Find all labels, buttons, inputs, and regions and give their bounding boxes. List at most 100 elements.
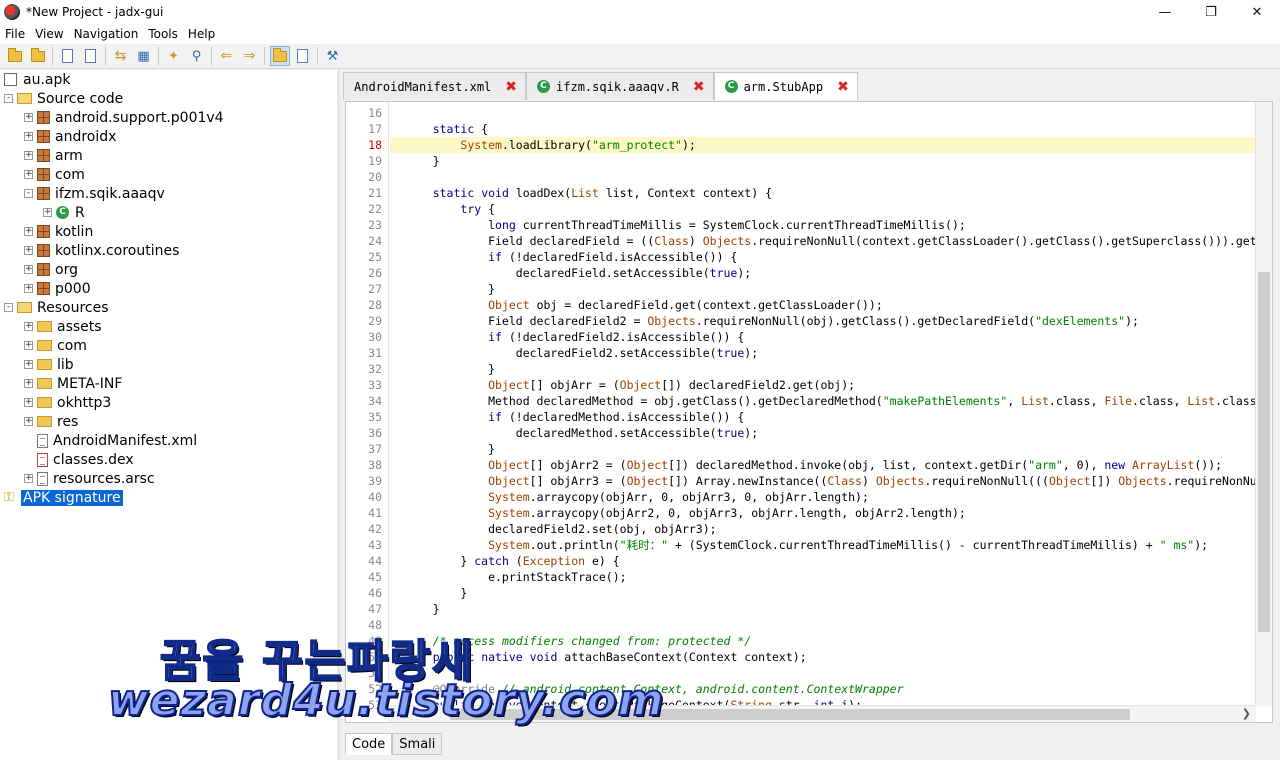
expand-icon[interactable]: + <box>24 379 33 388</box>
line-number: 29 <box>368 314 382 328</box>
tree-node[interactable]: + com <box>24 165 87 184</box>
expand-icon[interactable]: + <box>24 417 33 426</box>
tree-node-label: resources.arsc <box>53 470 155 487</box>
close-tab-icon[interactable]: ✖ <box>505 79 517 95</box>
code-line: System.loadLibrary("arm_protect"); <box>460 138 696 152</box>
line-number: 20 <box>368 170 382 184</box>
line-number: 45 <box>368 570 382 584</box>
class-icon: C <box>56 206 69 219</box>
export-icon <box>85 49 96 63</box>
sync-tree-button[interactable]: ⇆ <box>111 46 131 66</box>
collapse-icon[interactable]: - <box>4 94 13 103</box>
expand-icon[interactable]: + <box>24 284 33 293</box>
expand-icon[interactable]: + <box>24 341 33 350</box>
expand-icon[interactable]: + <box>43 208 52 217</box>
expand-icon[interactable]: + <box>24 151 33 160</box>
code-line: e.printStackTrace(); <box>405 570 627 584</box>
tree-node[interactable]: - ifzm.sqik.aaaqv <box>24 184 167 203</box>
expand-icon[interactable]: + <box>24 360 33 369</box>
code-line: try { <box>460 202 496 216</box>
flatten-packages-button[interactable]: ▦ <box>134 46 154 66</box>
wand-icon: ✦ <box>168 48 179 64</box>
tree-node[interactable]: + kotlin <box>24 222 95 241</box>
menu-view[interactable]: View <box>30 27 68 41</box>
tree-node[interactable]: classes.dex <box>24 450 136 469</box>
expand-icon[interactable]: + <box>24 474 33 483</box>
package-icon <box>37 168 50 181</box>
tree-node[interactable]: + assets <box>24 317 104 336</box>
tree-node[interactable]: + org <box>24 260 80 279</box>
close-tab-icon[interactable]: ✖ <box>693 79 705 95</box>
menu-navigation[interactable]: Navigation <box>69 27 144 41</box>
expand-icon[interactable]: + <box>24 227 33 236</box>
tree-node-label: kotlin <box>55 223 94 240</box>
tree-node[interactable]: - Resources <box>4 298 111 317</box>
open-file-button[interactable] <box>5 46 25 66</box>
tree-node[interactable]: + res <box>24 412 80 431</box>
tree-node[interactable]: AndroidManifest.xml <box>24 431 199 450</box>
tree-node[interactable]: + arm <box>24 146 85 165</box>
expand-icon[interactable]: + <box>24 322 33 331</box>
close-tab-icon[interactable]: ✖ <box>837 79 849 95</box>
tree-node[interactable]: + lib <box>24 355 76 374</box>
code-line: static void loadDex(List list, Context c… <box>432 186 772 200</box>
collapse-icon[interactable]: - <box>24 189 33 198</box>
tree-node-label: META-INF <box>57 375 123 392</box>
expand-icon[interactable]: + <box>24 132 33 141</box>
close-window-button[interactable]: ✕ <box>1234 0 1280 24</box>
collapse-icon[interactable]: - <box>4 303 13 312</box>
line-number: 28 <box>368 298 382 312</box>
menu-help[interactable]: Help <box>183 27 220 41</box>
expand-icon[interactable]: + <box>24 170 33 179</box>
tree-node[interactable]: + META-INF <box>24 374 124 393</box>
tree-node-label: res <box>57 413 79 430</box>
tree-node[interactable]: au.apk <box>4 70 72 89</box>
tree-node[interactable]: ⚿ APK signature <box>4 488 123 507</box>
code-line: if (!declaredField.isAccessible()) { <box>488 250 738 264</box>
vertical-scrollbar[interactable] <box>1255 102 1272 707</box>
tree-node[interactable]: + resources.arsc <box>24 469 157 488</box>
editor-tab[interactable]: Carm.StubApp ✖ <box>713 72 858 100</box>
tree-node[interactable]: + androidx <box>24 127 118 146</box>
minimize-button[interactable]: — <box>1142 0 1188 24</box>
toolbar: ⇆ ▦ ✦ ⚲ ⇐ ⇒ ⚒ <box>0 44 1280 69</box>
tree-node[interactable]: + C R <box>43 203 87 222</box>
tree-node[interactable]: + android.support.p001v4 <box>24 108 226 127</box>
menu-file[interactable]: File <box>0 27 30 41</box>
tree-node[interactable]: - Source code <box>4 89 125 108</box>
menu-tools[interactable]: Tools <box>143 27 183 41</box>
chevron-right-icon[interactable]: ❯ <box>1242 707 1251 720</box>
expand-icon[interactable]: + <box>24 246 33 255</box>
tree-node[interactable]: + kotlinx.coroutines <box>24 241 181 260</box>
line-number: 47 <box>368 602 382 616</box>
tree-node[interactable]: + p000 <box>24 279 93 298</box>
forward-button[interactable]: ⇒ <box>240 46 260 66</box>
editor-tab[interactable]: AndroidManifest.xml ✖ <box>343 72 527 100</box>
preferences-button[interactable]: ⚒ <box>323 46 343 66</box>
line-number: 40 <box>368 490 382 504</box>
line-number: 34 <box>368 394 382 408</box>
log-viewer-button[interactable] <box>293 46 313 66</box>
text-search-button[interactable]: ✦ <box>164 46 184 66</box>
tree-node[interactable]: + com <box>24 336 89 355</box>
tree-node[interactable]: + okhttp3 <box>24 393 113 412</box>
class-search-button[interactable]: ⚲ <box>187 46 207 66</box>
editor-tab[interactable]: Cifzm.sqik.aaaqv.R ✖ <box>526 72 714 100</box>
menu-bar: File View Navigation Tools Help <box>0 24 1280 44</box>
vertical-scroll-thumb[interactable] <box>1258 272 1270 632</box>
code-view[interactable]: 16 17 18 19 20 21 22 23 24 25 26 27 28 29 30 31 32 33 34 35… <box>345 101 1273 723</box>
save-all-button[interactable] <box>58 46 78 66</box>
add-files-button[interactable] <box>28 46 48 66</box>
package-icon <box>37 187 50 200</box>
back-button[interactable]: ⇐ <box>217 46 237 66</box>
tab-smali[interactable]: Smali <box>392 733 443 755</box>
folder-icon <box>37 397 52 408</box>
line-number: 27 <box>368 282 382 296</box>
maximize-button[interactable]: ❐ <box>1188 0 1234 24</box>
tab-code[interactable]: Code <box>345 733 393 755</box>
expand-icon[interactable]: + <box>24 265 33 274</box>
export-button[interactable] <box>81 46 101 66</box>
expand-icon[interactable]: + <box>24 398 33 407</box>
deobfuscation-toggle[interactable] <box>269 46 290 66</box>
expand-icon[interactable]: + <box>24 113 33 122</box>
